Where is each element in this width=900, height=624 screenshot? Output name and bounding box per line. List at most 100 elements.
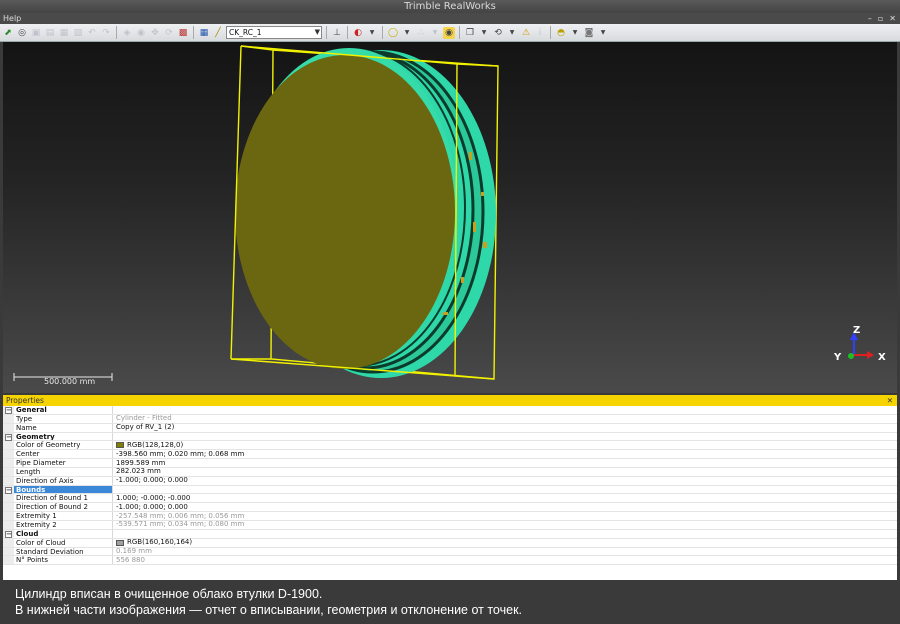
3d-viewport[interactable]: Z Y X 500.000 mm (3, 42, 897, 393)
property-key: Cloud (14, 529, 113, 538)
restore-icon[interactable]: ▫ (878, 13, 883, 24)
property-row[interactable]: Extremity 2 -539.571 mm; 0.034 mm; 0.080 … (3, 520, 897, 530)
light-icon[interactable]: ◯ (387, 27, 399, 39)
cloud-select[interactable]: CK_RC_1 ▼ (226, 26, 322, 39)
title-bar: Trimble RealWorks (0, 0, 900, 13)
property-key: Extremity 1 (14, 512, 113, 520)
rotate-icon[interactable]: ⟳ (163, 27, 175, 39)
segment-icon[interactable]: ▤ (44, 27, 56, 39)
property-value-text: RGB(128,128,0) (127, 440, 184, 449)
toolbar: ⬈ ◎ ▣ ▤ ▦ ▧ ↶ ↷ ◈ ◉ ✥ ⟳ ▩ ▦ ╱ CK_RC_1 ▼ … (0, 24, 900, 42)
property-value[interactable]: -1.000; 0.000; 0.000 (113, 476, 188, 485)
property-key: Extremity 2 (14, 520, 113, 529)
chevron-down-icon: ▼ (314, 28, 320, 36)
axis-triad: Z Y X (833, 325, 886, 363)
property-value[interactable]: RGB(160,160,164) (113, 538, 193, 547)
crop-icon[interactable]: ▦ (58, 27, 70, 39)
chevron-down-icon[interactable]: ▼ (366, 27, 378, 39)
select-icon[interactable]: ◎ (16, 27, 28, 39)
property-value-text: RGB(160,160,164) (127, 538, 193, 547)
app-window: Trimble RealWorks Help – ▫ ✕ ⬈ ◎ ▣ ▤ ▦ ▧… (0, 0, 900, 624)
chevron-down-icon[interactable]: ▼ (597, 27, 609, 39)
warning-icon[interactable]: ⚠ (520, 27, 532, 39)
property-value[interactable]: -539.571 mm; 0.034 mm; 0.080 mm (113, 520, 244, 529)
chevron-down-icon[interactable]: ▼ (429, 27, 441, 39)
fence-icon[interactable]: ▣ (30, 27, 42, 39)
property-value-text: 0.169 mm (116, 547, 152, 555)
eye-icon[interactable]: ◉ (443, 26, 455, 39)
fit-icon[interactable]: ◈ (121, 27, 133, 39)
axis-x-label: X (878, 352, 886, 363)
property-value-text: -257.548 mm; 0.006 mm; 0.056 mm (116, 511, 245, 520)
property-value[interactable]: 0.169 mm (113, 547, 152, 556)
minimize-icon[interactable]: – (868, 13, 872, 24)
property-row[interactable]: Name Copy of RV_1 (2) (3, 423, 897, 433)
info-icon[interactable]: ⅰ (534, 27, 546, 39)
properties-grid: − General Type Cylinder - Fitted Name Copy of… (3, 406, 897, 580)
property-key: General (14, 406, 113, 414)
property-row[interactable]: N° Points 556 880 (3, 556, 897, 566)
menu-help[interactable]: Help (3, 14, 21, 23)
measure-icon[interactable]: ╱ (212, 27, 224, 39)
property-value[interactable]: 556 880 (113, 556, 145, 564)
chevron-down-icon[interactable]: ▼ (569, 27, 581, 39)
chevron-down-icon[interactable]: ▼ (401, 27, 413, 39)
import-icon[interactable]: ⬈ (2, 27, 14, 39)
property-key: Standard Deviation (14, 547, 113, 556)
collapse-toggle-icon[interactable]: − (5, 433, 12, 441)
color-swatch (116, 539, 124, 546)
station-icon[interactable]: ◓ (555, 27, 567, 39)
row-gutter (3, 441, 14, 450)
window-icon[interactable]: ❐ (464, 27, 476, 39)
chevron-down-icon[interactable]: ▼ (478, 27, 490, 39)
property-value[interactable]: 1899.589 mm (113, 459, 165, 467)
points-icon[interactable]: ∴ (415, 27, 427, 39)
property-key: Length (14, 467, 113, 476)
property-value[interactable]: -1.000; 0.000; 0.000 (113, 503, 188, 511)
row-gutter (3, 450, 14, 459)
view-icon[interactable]: ▩ (177, 27, 189, 39)
property-value[interactable]: -257.548 mm; 0.006 mm; 0.056 mm (113, 512, 244, 520)
property-value[interactable]: RGB(128,128,0) (113, 441, 183, 449)
row-gutter (3, 459, 14, 467)
row-gutter (3, 556, 14, 565)
collapse-toggle-icon[interactable]: − (5, 486, 12, 494)
close-icon[interactable]: ✕ (889, 13, 896, 24)
color-mode-icon[interactable]: ◐ (352, 27, 364, 39)
chevron-down-icon[interactable]: ▼ (506, 27, 518, 39)
sync-icon[interactable]: ⟲ (492, 27, 504, 39)
property-value[interactable]: -398.560 mm; 0.020 mm; 0.068 mm (113, 450, 244, 458)
row-gutter (3, 494, 14, 503)
property-key: Direction of Bound 1 (14, 494, 113, 503)
camera-icon[interactable]: ◙ (583, 27, 595, 39)
property-key: Type (14, 414, 113, 423)
row-gutter (3, 512, 14, 520)
close-icon[interactable]: ✕ (887, 395, 893, 406)
undo-icon[interactable]: ↶ (86, 27, 98, 39)
property-value[interactable]: Copy of RV_1 (2) (113, 423, 174, 432)
pan-icon[interactable]: ✥ (149, 27, 161, 39)
property-value[interactable]: 282.023 mm (113, 467, 161, 476)
zoom-icon[interactable]: ◉ (135, 27, 147, 39)
delete-icon[interactable]: ▧ (72, 27, 84, 39)
axis-y-label: Y (833, 352, 842, 363)
property-key: Geometry (14, 432, 113, 441)
property-key: Direction of Axis (14, 476, 113, 485)
property-key: Bounds (14, 485, 113, 494)
redo-icon[interactable]: ↷ (100, 27, 112, 39)
row-gutter (3, 503, 14, 512)
axes-icon[interactable]: ⊥ (331, 27, 343, 39)
property-value-text: Cylinder - Fitted (116, 414, 172, 423)
row-gutter (3, 547, 14, 556)
scene-svg: Z Y X (13, 45, 886, 381)
cloud-manager-icon[interactable]: ▦ (198, 27, 210, 39)
collapse-toggle-icon[interactable]: − (5, 407, 12, 414)
property-value[interactable]: Cylinder - Fitted (113, 414, 172, 423)
row-gutter (3, 520, 14, 529)
property-row[interactable]: Direction of Axis -1.000; 0.000; 0.000 (3, 476, 897, 486)
row-gutter (3, 414, 14, 423)
cylinder-face (235, 55, 455, 369)
property-key: Direction of Bound 2 (14, 503, 113, 512)
collapse-toggle-icon[interactable]: − (5, 530, 12, 538)
property-value[interactable]: 1.000; -0.000; -0.000 (113, 494, 190, 502)
